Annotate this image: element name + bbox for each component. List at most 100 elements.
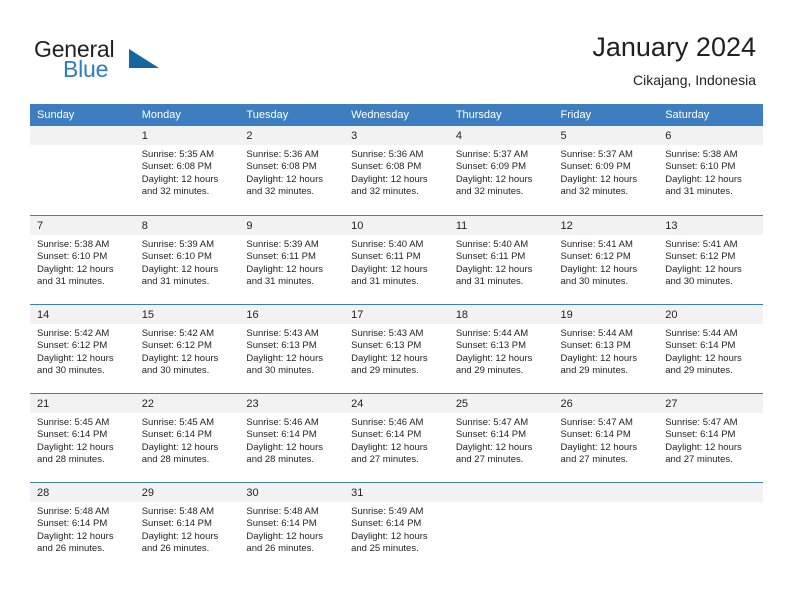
daylight-text-line2: and 30 minutes. xyxy=(141,365,210,377)
day-cell-21[interactable]: 21 Sunrise: 5:45 AM Sunset: 6:14 PM Dayligh… xyxy=(30,394,135,482)
sunset-text: Sunset: 6:12 PM xyxy=(560,251,631,263)
day-cell-10[interactable]: 10 Sunrise: 5:40 AM Sunset: 6:11 PM Dayligh… xyxy=(344,216,449,304)
day-cell-29[interactable]: 29 Sunrise: 5:48 AM Sunset: 6:14 PM Dayligh… xyxy=(134,483,240,571)
day-number-band: 31 xyxy=(344,483,449,502)
daylight-text-line1: Daylight: 12 hours xyxy=(560,352,638,364)
day-cell-14[interactable]: 14 Sunrise: 5:42 AM Sunset: 6:12 PM Dayligh… xyxy=(30,305,135,393)
day-cell-31[interactable]: 31 Sunrise: 5:49 AM Sunset: 6:14 PM Dayligh… xyxy=(344,483,449,571)
page-subtitle: Cikajang, Indonesia xyxy=(633,72,756,88)
day-number-band: 6 xyxy=(658,126,763,145)
daylight-text-line1: Daylight: 12 hours xyxy=(141,263,219,275)
day-cell-25[interactable]: 25 Sunrise: 5:47 AM Sunset: 6:14 PM Dayligh… xyxy=(448,394,554,482)
sunrise-text: Sunrise: 5:42 AM xyxy=(141,328,215,339)
weekday-header-monday: Monday xyxy=(141,109,181,121)
day-cell-1[interactable]: 1 Sunrise: 5:35 AM Sunset: 6:08 PM Daylight… xyxy=(134,126,240,215)
day-number: 8 xyxy=(141,220,148,232)
daylight-text-line2: and 26 minutes. xyxy=(246,543,315,555)
daylight-text-line2: and 30 minutes. xyxy=(560,276,629,288)
calendar-week-row: 28 Sunrise: 5:48 AM Sunset: 6:14 PM Dayligh… xyxy=(30,482,763,571)
daylight-text-line2: and 28 minutes. xyxy=(246,454,315,466)
day-details: Sunrise: 5:47 AM Sunset: 6:14 PM Daylight:… xyxy=(658,413,763,467)
day-cell-2[interactable]: 2 Sunrise: 5:36 AM Sunset: 6:08 PM Daylight… xyxy=(239,126,345,215)
day-cell-26[interactable]: 26 Sunrise: 5:47 AM Sunset: 6:14 PM Dayligh… xyxy=(553,394,659,482)
sunrise-text: Sunrise: 5:38 AM xyxy=(37,239,110,250)
day-number: 12 xyxy=(560,220,573,232)
sunset-text: Sunset: 6:10 PM xyxy=(141,251,212,263)
day-details: Sunrise: 5:46 AM Sunset: 6:14 PM Daylight:… xyxy=(344,413,449,467)
day-number: 7 xyxy=(37,220,44,232)
daylight-text-line1: Daylight: 12 hours xyxy=(351,263,428,275)
day-cell-12[interactable]: 12 Sunrise: 5:41 AM Sunset: 6:12 PM Dayligh… xyxy=(553,216,659,304)
day-number-band: 26 xyxy=(553,394,659,413)
daylight-text-line1: Daylight: 12 hours xyxy=(141,441,219,453)
day-number-band: 16 xyxy=(239,305,345,324)
daylight-text-line1: Daylight: 12 hours xyxy=(246,441,323,453)
sunset-text: Sunset: 6:08 PM xyxy=(246,161,317,173)
sunset-text: Sunset: 6:14 PM xyxy=(37,429,108,441)
day-details: Sunrise: 5:36 AM Sunset: 6:08 PM Daylight:… xyxy=(239,145,344,199)
daylight-text-line2: and 31 minutes. xyxy=(351,276,419,288)
sunrise-text: Sunrise: 5:48 AM xyxy=(37,506,110,517)
day-cell-20[interactable]: 20 Sunrise: 5:44 AM Sunset: 6:14 PM Dayligh… xyxy=(658,305,763,393)
day-number-band: 22 xyxy=(134,394,240,413)
page-header: General Blue January 2024 Cikajang, Indo… xyxy=(0,0,792,104)
day-cell-18[interactable]: 18 Sunrise: 5:44 AM Sunset: 6:13 PM Dayligh… xyxy=(448,305,554,393)
day-details: Sunrise: 5:42 AM Sunset: 6:12 PM Daylight:… xyxy=(135,324,240,378)
day-cell-13[interactable]: 13 Sunrise: 5:41 AM Sunset: 6:12 PM Dayligh… xyxy=(658,216,763,304)
day-cell-5[interactable]: 5 Sunrise: 5:37 AM Sunset: 6:09 PM Daylight… xyxy=(553,126,659,215)
day-number-band: 12 xyxy=(553,216,659,235)
daylight-text-line1: Daylight: 12 hours xyxy=(141,352,219,364)
day-cell-16[interactable]: 16 Sunrise: 5:43 AM Sunset: 6:13 PM Dayligh… xyxy=(239,305,345,393)
day-cell-4[interactable]: 4 Sunrise: 5:37 AM Sunset: 6:09 PM Daylight… xyxy=(448,126,554,215)
day-cell-19[interactable]: 19 Sunrise: 5:44 AM Sunset: 6:13 PM Dayligh… xyxy=(553,305,659,393)
day-cell-23[interactable]: 23 Sunrise: 5:46 AM Sunset: 6:14 PM Dayligh… xyxy=(239,394,345,482)
daylight-text-line1: Daylight: 12 hours xyxy=(665,352,742,364)
daylight-text-line2: and 31 minutes. xyxy=(665,186,733,198)
day-details: Sunrise: 5:43 AM Sunset: 6:13 PM Daylight:… xyxy=(344,324,449,378)
day-cell-15[interactable]: 15 Sunrise: 5:42 AM Sunset: 6:12 PM Dayligh… xyxy=(134,305,240,393)
sunrise-text: Sunrise: 5:41 AM xyxy=(560,239,633,250)
day-details: Sunrise: 5:49 AM Sunset: 6:14 PM Daylight:… xyxy=(344,502,449,556)
day-number-band: 17 xyxy=(344,305,449,324)
day-cell-6[interactable]: 6 Sunrise: 5:38 AM Sunset: 6:10 PM Daylight… xyxy=(658,126,763,215)
sunrise-text: Sunrise: 5:39 AM xyxy=(246,239,319,250)
day-number: 14 xyxy=(37,309,50,321)
day-number-band: 25 xyxy=(448,394,554,413)
day-cell-3[interactable]: 3 Sunrise: 5:36 AM Sunset: 6:08 PM Daylight… xyxy=(344,126,449,215)
day-number-band xyxy=(30,126,135,145)
day-cell-7[interactable]: 7 Sunrise: 5:38 AM Sunset: 6:10 PM Daylight… xyxy=(30,216,135,304)
day-cell-30[interactable]: 30 Sunrise: 5:48 AM Sunset: 6:14 PM Dayligh… xyxy=(239,483,345,571)
day-cell-28[interactable]: 28 Sunrise: 5:48 AM Sunset: 6:14 PM Dayligh… xyxy=(30,483,135,571)
day-details: Sunrise: 5:40 AM Sunset: 6:11 PM Daylight:… xyxy=(344,235,449,289)
general-blue-logo[interactable]: General Blue xyxy=(34,36,214,88)
sunrise-text: Sunrise: 5:37 AM xyxy=(455,149,529,160)
day-cell-11[interactable]: 11 Sunrise: 5:40 AM Sunset: 6:11 PM Dayligh… xyxy=(448,216,554,304)
day-number: 20 xyxy=(665,309,678,321)
day-cell-9[interactable]: 9 Sunrise: 5:39 AM Sunset: 6:11 PM Daylight… xyxy=(239,216,345,304)
sunrise-text: Sunrise: 5:40 AM xyxy=(351,239,424,250)
daylight-text-line2: and 26 minutes. xyxy=(37,543,105,555)
day-cell-24[interactable]: 24 Sunrise: 5:46 AM Sunset: 6:14 PM Dayligh… xyxy=(344,394,449,482)
sunset-text: Sunset: 6:14 PM xyxy=(246,518,317,530)
calendar-grid: Sunday Monday Tuesday Wednesday Thursday Frid… xyxy=(30,104,763,571)
day-number: 10 xyxy=(351,220,364,232)
sunset-text: Sunset: 6:13 PM xyxy=(246,340,317,352)
day-cell-17[interactable]: 17 Sunrise: 5:43 AM Sunset: 6:13 PM Dayligh… xyxy=(344,305,449,393)
sunset-text: Sunset: 6:14 PM xyxy=(665,340,736,352)
day-number: 16 xyxy=(246,309,259,321)
day-number: 9 xyxy=(246,220,253,232)
day-details: Sunrise: 5:48 AM Sunset: 6:14 PM Daylight:… xyxy=(239,502,344,556)
day-number: 28 xyxy=(37,487,50,499)
day-cell-22[interactable]: 22 Sunrise: 5:45 AM Sunset: 6:14 PM Dayligh… xyxy=(134,394,240,482)
day-details: Sunrise: 5:47 AM Sunset: 6:14 PM Daylight:… xyxy=(449,413,554,467)
daylight-text-line2: and 32 minutes. xyxy=(246,186,315,198)
day-cell-8[interactable]: 8 Sunrise: 5:39 AM Sunset: 6:10 PM Daylight… xyxy=(134,216,240,304)
day-number: 5 xyxy=(560,130,567,142)
day-number-band: 5 xyxy=(553,126,659,145)
sunrise-text: Sunrise: 5:46 AM xyxy=(246,417,319,428)
day-details: Sunrise: 5:35 AM Sunset: 6:08 PM Daylight:… xyxy=(135,145,240,199)
sunset-text: Sunset: 6:09 PM xyxy=(455,161,527,173)
day-details: Sunrise: 5:39 AM Sunset: 6:11 PM Daylight:… xyxy=(239,235,344,289)
daylight-text-line2: and 29 minutes. xyxy=(560,365,629,377)
day-cell-27[interactable]: 27 Sunrise: 5:47 AM Sunset: 6:14 PM Dayligh… xyxy=(658,394,763,482)
